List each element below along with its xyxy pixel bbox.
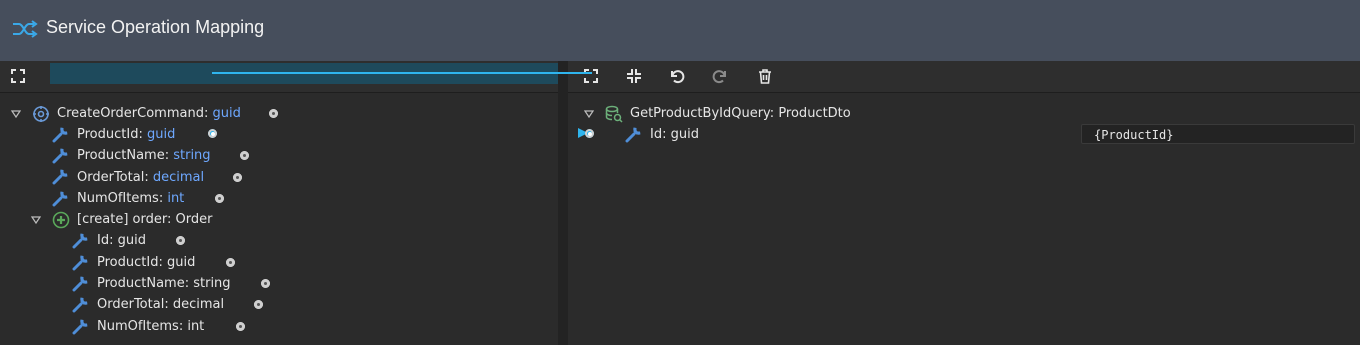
- field-type: string: [193, 276, 231, 291]
- wrench-icon: [52, 125, 70, 143]
- target-root-type: ProductDto: [778, 106, 851, 121]
- wrench-icon: [72, 231, 90, 249]
- field-name: Id: [650, 127, 663, 142]
- wrench-icon: [72, 317, 90, 335]
- target-field-id[interactable]: Id: guid: [650, 125, 699, 145]
- page-title: Service Operation Mapping: [46, 17, 265, 37]
- wrench-icon: [52, 167, 70, 185]
- source-root[interactable]: CreateOrderCommand: guid: [57, 104, 241, 124]
- field-name: NumOfItems: [77, 191, 159, 206]
- create-field-numofitems[interactable]: NumOfItems: int: [97, 317, 204, 337]
- source-field-numofitems[interactable]: NumOfItems: int: [77, 189, 184, 209]
- wrench-icon: [72, 253, 90, 271]
- collapse-all-icon[interactable]: [626, 68, 642, 84]
- connector-dot[interactable]: [208, 129, 217, 138]
- field-type: guid: [146, 127, 176, 142]
- field-name: ProductId: [97, 255, 159, 270]
- connector-dot[interactable]: [176, 236, 185, 245]
- node-type: Order: [175, 212, 213, 227]
- wrench-icon: [52, 146, 70, 164]
- command-icon: [32, 105, 50, 123]
- create-field-id[interactable]: Id: guid: [97, 231, 146, 251]
- field-name: NumOfItems: [97, 319, 179, 334]
- node-name: [create] order: [77, 212, 167, 227]
- wrench-icon: [72, 274, 90, 292]
- chevron-down-icon[interactable]: [11, 109, 21, 119]
- undo-icon[interactable]: [669, 68, 685, 84]
- create-field-productid[interactable]: ProductId: guid: [97, 253, 195, 273]
- shuffle-icon: [12, 18, 38, 40]
- create-order-node[interactable]: [create] order: Order: [77, 210, 212, 230]
- panel-splitter[interactable]: [558, 61, 568, 345]
- connector-dot[interactable]: [254, 300, 263, 309]
- expand-all-icon[interactable]: [10, 68, 26, 84]
- source-root-name: CreateOrderCommand: [57, 106, 204, 121]
- target-root[interactable]: GetProductByIdQuery: ProductDto: [630, 104, 851, 124]
- trash-icon[interactable]: [757, 68, 773, 84]
- target-root-name: GetProductByIdQuery: [630, 106, 770, 121]
- chevron-down-icon[interactable]: [584, 109, 594, 119]
- field-type: string: [173, 148, 211, 163]
- field-name: Id: [97, 233, 110, 248]
- source-field-productname[interactable]: ProductName: string: [77, 146, 211, 166]
- connector-dot[interactable]: [236, 322, 245, 331]
- chevron-down-icon[interactable]: [31, 215, 41, 225]
- field-name: OrderTotal: [77, 170, 145, 185]
- field-type: guid: [670, 127, 699, 142]
- connector-dot[interactable]: [233, 173, 242, 182]
- field-type: guid: [166, 255, 196, 270]
- source-field-productid[interactable]: ProductId: guid: [77, 125, 175, 145]
- source-root-type: guid: [212, 106, 241, 121]
- connector-dot[interactable]: [226, 258, 235, 267]
- mapping-expression-field[interactable]: {ProductId}: [1081, 124, 1355, 144]
- connector-dot[interactable]: [269, 109, 278, 118]
- field-type: int: [167, 191, 185, 206]
- target-toolbar: [568, 61, 1360, 93]
- field-name: OrderTotal: [97, 297, 165, 312]
- connector-dot[interactable]: [215, 194, 224, 203]
- field-name: ProductId: [77, 127, 139, 142]
- field-type: guid: [117, 233, 146, 248]
- source-field-ordertotal[interactable]: OrderTotal: decimal: [77, 168, 204, 188]
- create-field-ordertotal[interactable]: OrderTotal: decimal: [97, 295, 224, 315]
- wrench-icon: [625, 125, 643, 143]
- wrench-icon: [52, 189, 70, 207]
- wrench-icon: [72, 295, 90, 313]
- connector-dot[interactable]: [585, 129, 594, 138]
- query-database-icon: [605, 105, 623, 123]
- field-name: ProductName: [97, 276, 185, 291]
- create-field-productname[interactable]: ProductName: string: [97, 274, 231, 294]
- expand-all-icon[interactable]: [583, 68, 599, 84]
- app-header: Service Operation Mapping: [0, 0, 1360, 61]
- mapping-connection-line[interactable]: [212, 72, 592, 74]
- field-type: decimal: [172, 297, 225, 312]
- field-name: ProductName: [77, 148, 165, 163]
- field-type: decimal: [152, 170, 205, 185]
- create-plus-icon: [52, 211, 70, 229]
- connector-dot[interactable]: [261, 279, 270, 288]
- redo-icon[interactable]: [712, 68, 728, 84]
- connector-dot[interactable]: [240, 151, 249, 160]
- field-type: int: [187, 319, 205, 334]
